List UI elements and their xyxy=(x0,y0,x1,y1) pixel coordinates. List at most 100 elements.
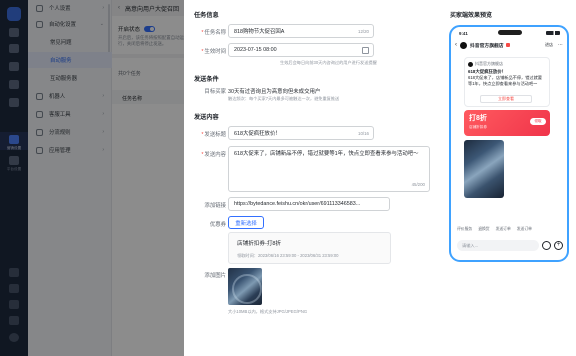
link-input[interactable]: https://bytedance.feishu.cn/okr/user/691… xyxy=(228,197,390,211)
effective-time-picker[interactable]: 2023-07-15 08:00 xyxy=(228,43,374,57)
menu-item-automation[interactable]: 自动化设置 ⌄ xyxy=(28,16,112,32)
shop-avatar xyxy=(460,41,467,49)
bot-icon xyxy=(36,92,43,100)
menu-item-auto-service[interactable]: 自动服务 xyxy=(28,52,112,68)
back-arrow-icon[interactable]: ‹ xyxy=(118,5,120,11)
send-content-textarea[interactable]: 618大促来了，店铺新品不停，错过就要等1年，快点立即查看来参与活动吧～ 45/… xyxy=(228,146,430,192)
chart-icon xyxy=(9,62,19,71)
rail-item-3[interactable] xyxy=(0,62,28,73)
image-hint: 大小10MB以内，格式支持JPG/JPEG/PNG xyxy=(228,309,308,314)
shop-icon xyxy=(9,98,19,107)
menu-item-faq[interactable]: 常见问题 xyxy=(28,34,112,50)
section-conditions: 发送条件 xyxy=(194,76,219,83)
emoji-icon xyxy=(542,241,551,250)
task-drawer: 任务信息 *任务名称 818购物节大促召回A 12/20 *生效时间 2023-… xyxy=(184,0,576,356)
rail-item-1[interactable] xyxy=(0,28,28,39)
signal-battery-icon xyxy=(546,31,560,35)
target-value: 30天有过咨询且为高意向但未成交用户 xyxy=(228,89,321,95)
reselect-coupon-button[interactable]: 重新选择 xyxy=(228,216,264,229)
rail-item-5[interactable] xyxy=(0,98,28,109)
help-icon[interactable] xyxy=(9,268,19,277)
settings-menu: 个人设置 › 自动化设置 ⌄ 常见问题 自动服务 互动服务器 机器人 › 客服工具 › … xyxy=(28,0,112,356)
app-rail: 营销设置 平台设置 xyxy=(0,0,28,356)
menu-item-tools[interactable]: 客服工具 › xyxy=(28,106,112,122)
chevron-down-icon: ⌄ xyxy=(99,21,104,27)
phone-preview: 9:41 ‹ 抖音官方旗舰店 进店 ⋯ 抖音官方旗舰店 618大促疯狂放价！ 6… xyxy=(449,25,569,262)
shop-name: 抖音官方旗舰店 xyxy=(470,43,504,49)
target-hint: 触达频次：每个买家7天内最多可被触达一次，避免重复推送 xyxy=(228,96,340,101)
settings-icon xyxy=(9,156,19,165)
content-label: *发送内容 xyxy=(201,152,226,158)
view-now-button: 立即查看 xyxy=(480,95,532,103)
avatar[interactable] xyxy=(9,333,19,342)
message-icon[interactable] xyxy=(9,300,19,309)
enter-shop-link: 进店 xyxy=(545,42,553,47)
image-label: 添加图片 xyxy=(204,273,226,279)
task-count: 共0个任务 xyxy=(118,71,141,77)
rail-item-platform[interactable]: 平台设置 xyxy=(0,156,28,171)
link-label: 添加链接 xyxy=(204,203,226,209)
plus-icon: + xyxy=(554,241,563,250)
card-title: 618大促疯狂放价！ xyxy=(468,69,507,74)
quick-tools: 评价服务 退换货 发送订单 发送订单 xyxy=(457,227,532,231)
chevron-right-icon: › xyxy=(102,93,104,99)
official-badge-icon xyxy=(505,43,510,47)
menu-item-personal[interactable]: 个人设置 › xyxy=(28,0,112,16)
section-content: 发送内容 xyxy=(194,114,219,121)
coupon-card: 店铺折扣券-打8折 领取时间：2023/06/16 23:59:00 - 202… xyxy=(228,232,391,264)
task-name-input[interactable]: 818购物节大促召回A 12/20 xyxy=(228,24,374,38)
chat-header: ‹ 抖音官方旗舰店 进店 ⋯ xyxy=(451,39,567,51)
uploaded-image-thumbnail[interactable] xyxy=(228,268,262,305)
chevron-right-icon: › xyxy=(102,111,104,117)
message-card: 抖音官方旗舰店 618大促疯狂放价！ 618大促来了，店铺新品不停，错过就要等1… xyxy=(464,57,550,107)
name-label: *任务名称 xyxy=(201,30,226,36)
app-logo xyxy=(7,7,21,21)
preview-title: 买家端效果预览 xyxy=(450,13,493,19)
coupon-title: 店铺折扣券-打8折 xyxy=(237,241,282,247)
menu-item-bot[interactable]: 机器人 › xyxy=(28,88,112,104)
more-icon: ⋯ xyxy=(558,42,563,48)
notice-icon[interactable] xyxy=(9,284,19,293)
menu-item-interactive[interactable]: 互动服务器 xyxy=(28,70,112,86)
chevron-right-icon: › xyxy=(102,147,104,153)
coupon-preview: 打8折 店铺折扣券 领取 xyxy=(464,110,550,136)
rail-item-4[interactable] xyxy=(0,80,28,91)
menu-item-apps[interactable]: 应用管理 › xyxy=(28,142,112,158)
status-time: 9:41 xyxy=(459,31,468,36)
home-icon xyxy=(9,28,19,37)
tool-icon xyxy=(36,110,43,118)
menu-item-routing[interactable]: 分流规则 › xyxy=(28,124,112,140)
status-description: 开启后，该任务将按照配置自动运行，关闭后将停止发送。 xyxy=(118,35,184,46)
chevron-right-icon: › xyxy=(102,129,104,135)
claim-button: 领取 xyxy=(530,118,546,125)
grid-icon xyxy=(9,135,19,144)
chat-input: 请输入... xyxy=(457,240,539,251)
section-task-info: 任务信息 xyxy=(194,12,219,19)
char-count: 45/200 xyxy=(411,181,425,187)
task-form: 任务信息 *任务名称 818购物节大促召回A 12/20 *生效时间 2023-… xyxy=(184,0,438,356)
gear-icon[interactable] xyxy=(9,316,19,325)
calendar-icon xyxy=(362,47,369,54)
card-body: 618大促来了，店铺新品不停，错过就要等1年，快点立即查看来参与活动吧～ xyxy=(468,75,542,86)
time-hint: 生效后会每日向前30天内咨询过的用户进行发送提醒 xyxy=(280,60,377,65)
chevron-right-icon: › xyxy=(102,5,104,11)
person-icon xyxy=(36,4,43,12)
breadcrumb: ‹ 高意向用户大促召回 xyxy=(118,5,180,13)
time-label: *生效时间 xyxy=(201,49,226,55)
route-icon xyxy=(36,128,43,136)
app-icon xyxy=(36,146,43,154)
rail-item-2[interactable] xyxy=(0,44,28,55)
coupon-label: 优惠券 xyxy=(209,222,226,228)
robot-icon xyxy=(36,20,43,28)
title-label: *发送标题 xyxy=(201,132,226,138)
shop-avatar xyxy=(468,61,473,67)
char-count: 10/16 xyxy=(358,130,369,136)
char-count: 12/20 xyxy=(358,28,369,34)
user-icon xyxy=(9,80,19,89)
status-row: 开启状态 xyxy=(118,25,156,33)
coupon-date: 领取时间：2023/06/16 23:59:00 - 2023/06/31 23… xyxy=(237,253,339,258)
status-toggle[interactable] xyxy=(144,26,156,32)
rail-item-marketing[interactable]: 营销设置 xyxy=(0,132,28,150)
send-title-input[interactable]: 618大促疯狂放价！ 10/16 xyxy=(228,126,374,140)
chat-icon xyxy=(9,44,19,53)
